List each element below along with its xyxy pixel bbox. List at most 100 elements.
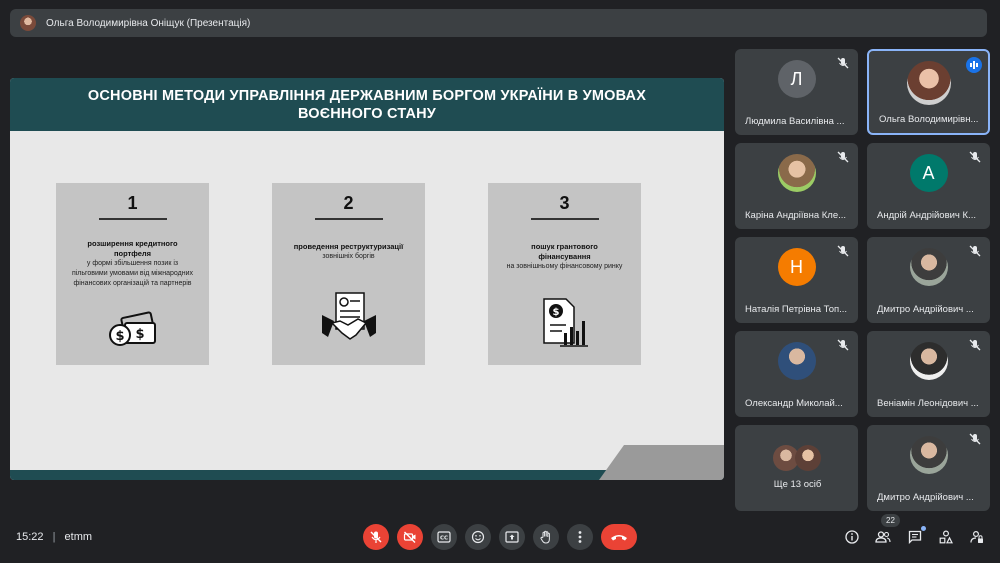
svg-text:CC: CC bbox=[440, 536, 448, 542]
activities-icon bbox=[939, 530, 953, 544]
mic-off-icon bbox=[370, 531, 382, 543]
avatar: Н bbox=[777, 248, 816, 286]
participant-tile[interactable]: Дмитро Андрійович ... bbox=[867, 425, 990, 511]
hand-icon bbox=[540, 530, 550, 544]
svg-text:$: $ bbox=[135, 327, 144, 342]
participant-tile[interactable]: А Андрій Андрійович К... bbox=[867, 143, 990, 229]
people-icon bbox=[875, 531, 891, 543]
mic-off-icon bbox=[969, 433, 981, 445]
participant-tile[interactable]: Ольга Володимирівн... bbox=[867, 49, 990, 135]
participant-name: Наталія Петрівна Топ... bbox=[745, 304, 848, 315]
card-heading: проведення реструктуризації bbox=[293, 241, 404, 251]
svg-text:$: $ bbox=[115, 329, 124, 344]
participant-tile[interactable]: Л Людмила Василівна ... bbox=[735, 49, 858, 135]
more-participants-label: Ще 13 осіб bbox=[773, 479, 822, 490]
activities-button[interactable] bbox=[934, 525, 958, 549]
more-options-button[interactable] bbox=[567, 524, 593, 550]
reactions-button[interactable] bbox=[465, 524, 491, 550]
presenter-avatar bbox=[20, 15, 36, 31]
avatar: А bbox=[909, 154, 948, 192]
unread-dot bbox=[921, 526, 926, 531]
method-card-1: 1 розширення кредитного портфеля у формі… bbox=[56, 183, 209, 365]
emoji-icon bbox=[471, 530, 485, 544]
participant-name: Людмила Василівна ... bbox=[745, 116, 845, 127]
presenter-title: Ольга Володимирівна Оніщук (Презентація) bbox=[46, 17, 251, 29]
divider: | bbox=[52, 531, 56, 543]
mic-off-icon bbox=[837, 57, 849, 69]
mic-off-icon bbox=[969, 151, 981, 163]
chat-button[interactable] bbox=[903, 525, 927, 549]
hang-up-icon bbox=[611, 535, 627, 541]
mic-off-icon bbox=[837, 245, 849, 257]
closed-captions-icon: CC bbox=[437, 531, 451, 543]
slide-decoration bbox=[599, 445, 724, 480]
participant-name: Веніамін Леонідович ... bbox=[877, 398, 979, 409]
avatar bbox=[906, 61, 951, 105]
avatar bbox=[909, 436, 948, 474]
camera-off-icon bbox=[403, 531, 416, 543]
avatar bbox=[909, 342, 948, 380]
leave-call-button[interactable] bbox=[601, 524, 637, 550]
participant-tile[interactable]: Веніамін Леонідович ... bbox=[867, 331, 990, 417]
card-description: на зовнішньому фінансовому ринку bbox=[506, 262, 623, 270]
chat-icon bbox=[908, 530, 922, 544]
money-icon: $ $ bbox=[108, 311, 156, 346]
participant-tile[interactable]: Н Наталія Петрівна Топ... bbox=[735, 237, 858, 323]
mic-off-icon bbox=[969, 339, 981, 351]
info-icon bbox=[845, 530, 859, 544]
avatar bbox=[795, 445, 821, 471]
mic-off-icon bbox=[969, 245, 981, 257]
card-description: у формі збільшення позик із пільговими у… bbox=[71, 259, 194, 287]
card-divider bbox=[530, 218, 599, 220]
card-heading: розширення кредитного портфеля bbox=[87, 238, 178, 258]
mic-off-icon bbox=[837, 151, 849, 163]
participant-name: Олександр Миколай... bbox=[745, 398, 843, 409]
captions-button[interactable]: CC bbox=[431, 524, 457, 550]
participant-name: Дмитро Андрійович ... bbox=[877, 492, 974, 503]
card-number: 3 bbox=[559, 193, 570, 213]
presentation-slide: ОСНОВНІ МЕТОДИ УПРАВЛІННЯ ДЕРЖАВНИМ БОРГ… bbox=[10, 78, 724, 480]
host-controls-button[interactable] bbox=[965, 525, 989, 549]
meeting-info: 15:22 | etmm bbox=[16, 531, 92, 543]
card-number: 1 bbox=[127, 193, 138, 213]
avatar: Л bbox=[777, 60, 816, 98]
meeting-details-button[interactable] bbox=[840, 525, 864, 549]
presentation-bar: Ольга Володимирівна Оніщук (Презентація) bbox=[10, 9, 987, 37]
card-description: зовнішніх боргів bbox=[322, 252, 375, 260]
participant-tile[interactable]: Каріна Андріївна Кле... bbox=[735, 143, 858, 229]
more-participants-tile[interactable]: Ще 13 осіб bbox=[735, 425, 858, 511]
present-screen-icon bbox=[505, 531, 519, 543]
avatar bbox=[777, 154, 816, 192]
participant-name: Андрій Андрійович К... bbox=[877, 210, 976, 221]
participant-tile[interactable]: Олександр Миколай... bbox=[735, 331, 858, 417]
avatar bbox=[909, 248, 948, 286]
financial-report-icon: $ bbox=[542, 298, 588, 347]
participant-count-badge: 22 bbox=[881, 514, 900, 527]
method-card-2: 2 проведення реструктуризації зовнішніх … bbox=[272, 183, 425, 365]
participant-name: Каріна Андріївна Кле... bbox=[745, 210, 847, 221]
slide-title: ОСНОВНІ МЕТОДИ УПРАВЛІННЯ ДЕРЖАВНИМ БОРГ… bbox=[87, 87, 647, 122]
mic-toggle-button[interactable] bbox=[363, 524, 389, 550]
meeting-code: etmm bbox=[64, 531, 93, 543]
handshake-contract-icon bbox=[321, 292, 376, 340]
method-card-3: 3 пошук грантового фінансування на зовні… bbox=[488, 183, 641, 365]
clock: 15:22 bbox=[16, 531, 44, 543]
people-button[interactable] bbox=[871, 525, 895, 549]
participant-tile[interactable]: Дмитро Андрійович ... bbox=[867, 237, 990, 323]
present-screen-button[interactable] bbox=[499, 524, 525, 550]
mic-off-icon bbox=[837, 339, 849, 351]
raise-hand-button[interactable] bbox=[533, 524, 559, 550]
card-divider bbox=[98, 218, 167, 220]
participant-name: Дмитро Андрійович ... bbox=[877, 304, 974, 315]
speaking-indicator-icon bbox=[966, 57, 982, 73]
avatar bbox=[777, 342, 816, 380]
camera-toggle-button[interactable] bbox=[397, 524, 423, 550]
svg-text:$: $ bbox=[552, 307, 559, 318]
more-vert-icon bbox=[578, 531, 582, 543]
lock-person-icon bbox=[970, 530, 983, 543]
card-number: 2 bbox=[343, 193, 354, 213]
slide-header: ОСНОВНІ МЕТОДИ УПРАВЛІННЯ ДЕРЖАВНИМ БОРГ… bbox=[10, 78, 724, 131]
participant-name: Ольга Володимирівн... bbox=[879, 114, 979, 125]
meeting-controls-bar: 15:22 | etmm CC bbox=[0, 518, 1000, 558]
card-heading: пошук грантового фінансування bbox=[531, 241, 598, 261]
